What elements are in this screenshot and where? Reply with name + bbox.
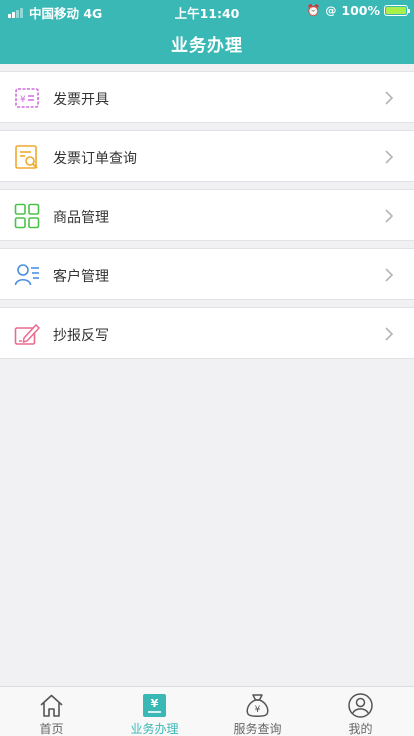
tab-label: 首页	[39, 722, 64, 736]
tab-mine[interactable]: 我的	[309, 687, 412, 736]
orientation-lock-icon: @	[325, 4, 337, 17]
yuan-doc-icon: ¥	[143, 694, 166, 717]
battery-icon	[384, 5, 410, 16]
menu-label: 发票订单查询	[53, 151, 137, 167]
tab-service-query[interactable]: ¥ 服务查询	[206, 687, 309, 736]
menu-item-customer-management[interactable]: 客户管理	[0, 248, 414, 300]
write-back-icon	[14, 323, 40, 345]
profile-icon	[348, 693, 373, 718]
alarm-icon: ⏰	[306, 4, 321, 17]
menu-label: 客户管理	[53, 269, 109, 285]
tab-label: 服务查询	[233, 722, 282, 736]
svg-text:¥: ¥	[151, 697, 159, 710]
chevron-right-icon	[385, 209, 394, 223]
chevron-right-icon	[385, 150, 394, 164]
invoice-search-icon	[15, 145, 38, 169]
app-header: 中国移动 4G 上午11:40 ⏰ @ 100% 业务办理	[0, 0, 414, 64]
status-right: ⏰ @ 100%	[306, 3, 410, 18]
menu-item-invoice-order-query[interactable]: 发票订单查询	[0, 130, 414, 182]
menu-label: 抄报反写	[53, 328, 109, 344]
menu-item-invoice-issue[interactable]: ¥ 发票开具	[0, 71, 414, 123]
svg-text:¥: ¥	[20, 95, 26, 105]
tab-business[interactable]: ¥ 业务办理	[103, 687, 206, 736]
chevron-right-icon	[385, 327, 394, 341]
status-bar: 中国移动 4G 上午11:40 ⏰ @ 100%	[0, 0, 414, 21]
chevron-right-icon	[385, 91, 394, 105]
tab-home[interactable]: 首页	[0, 687, 103, 736]
page-title: 业务办理	[171, 36, 243, 56]
money-bag-icon: ¥	[246, 694, 269, 717]
chevron-right-icon	[385, 268, 394, 282]
tab-label: 业务办理	[130, 722, 179, 736]
menu-item-report-writeback[interactable]: 抄报反写	[0, 307, 414, 359]
tab-bar: 首页 ¥ 业务办理 ¥ 服务查询 我的	[0, 686, 414, 736]
tab-label: 我的	[348, 722, 373, 736]
menu-label: 商品管理	[53, 210, 109, 226]
invoice-issue-icon: ¥	[15, 88, 39, 108]
svg-text:¥: ¥	[255, 705, 261, 715]
home-icon	[40, 694, 63, 717]
grid-icon	[14, 203, 40, 229]
customer-icon	[14, 264, 39, 286]
menu-item-product-management[interactable]: 商品管理	[0, 189, 414, 241]
battery-percent: 100%	[341, 3, 380, 18]
menu-label: 发票开具	[53, 92, 109, 108]
